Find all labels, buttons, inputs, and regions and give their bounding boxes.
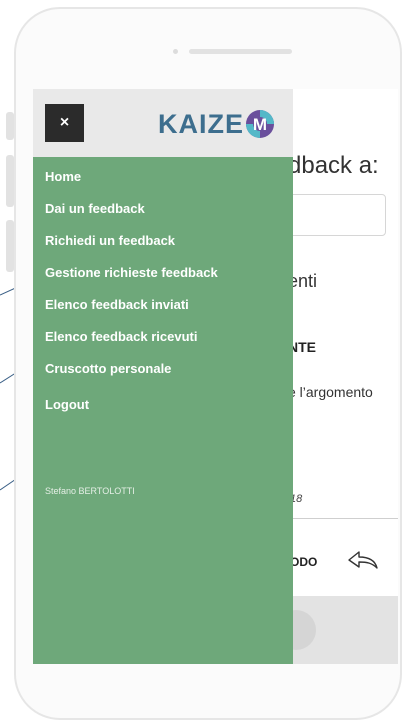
menu-item-home[interactable]: Home [45, 167, 218, 199]
volume-up-button [6, 155, 14, 207]
camera-dot [173, 49, 178, 54]
logo-text: KAIZE [158, 109, 244, 139]
page-title-fragment: dback a: [288, 152, 379, 179]
logout-link[interactable]: Logout [45, 397, 89, 412]
menu-item-received-feedback[interactable]: Elenco feedback ricevuti [45, 327, 218, 359]
reply-label-fragment: ODO [290, 555, 318, 569]
close-icon: × [59, 114, 70, 131]
logo-badge-letter: M [253, 115, 267, 134]
recipient-input[interactable] [288, 194, 386, 236]
menu-item-manage-requests[interactable]: Gestione richieste feedback [45, 263, 218, 295]
page-footer [276, 596, 398, 664]
user-name: Stefano BERTOLOTTI [45, 486, 135, 496]
menu-item-give-feedback[interactable]: Dai un feedback [45, 199, 218, 231]
close-menu-button[interactable]: × [45, 104, 84, 142]
drawer-header: × KAIZE M [33, 89, 293, 157]
kaizem-logo: KAIZE M [158, 109, 275, 139]
navigation-drawer: × KAIZE M Home Dai un feedback Richiedi … [33, 89, 293, 664]
home-button-area [33, 666, 398, 708]
menu-item-dashboard[interactable]: Cruscotto personale [45, 359, 218, 391]
phone-screen: dback a: enti NTE e l’argomento 18 ODO ×… [33, 89, 398, 664]
menu-item-sent-feedback[interactable]: Elenco feedback inviati [45, 295, 218, 327]
mute-switch [6, 112, 14, 140]
divider [288, 518, 398, 519]
drawer-menu: Home Dai un feedback Richiedi un feedbac… [45, 167, 218, 391]
speaker-grille [189, 49, 292, 54]
volume-down-button [6, 220, 14, 272]
menu-item-request-feedback[interactable]: Richiedi un feedback [45, 231, 218, 263]
reply-arrow-icon[interactable] [346, 549, 380, 571]
logo-badge-icon: M [246, 110, 274, 138]
description-fragment: e l’argomento [288, 384, 373, 400]
